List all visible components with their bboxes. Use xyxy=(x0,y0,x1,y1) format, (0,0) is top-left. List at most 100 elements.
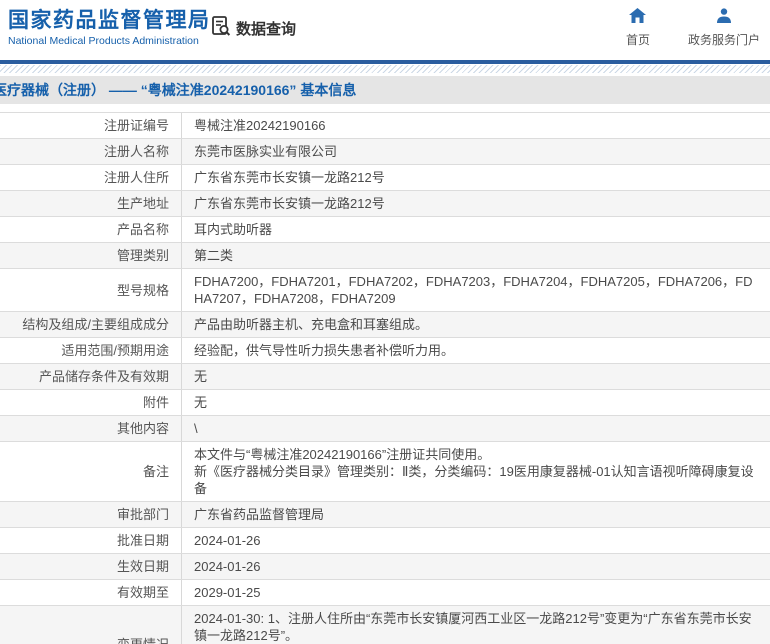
row-value-line: 新《医疗器械分类目录》管理类别：Ⅱ类，分类编码：19医用康复器械-01认知言语视… xyxy=(194,464,754,496)
row-label-text: 其他内容 xyxy=(116,421,169,436)
table-row: 注册人住所 广东省东莞市长安镇一龙路212号 xyxy=(0,165,770,191)
nav-gov-portal-label: 政务服务门户 xyxy=(687,33,760,47)
row-value: 粤械注准20242190166 xyxy=(182,113,770,138)
row-label: 注册证编号 xyxy=(0,113,182,138)
row-label-text: 注册证编号 xyxy=(103,118,169,133)
row-label-text: 生效日期 xyxy=(116,559,169,574)
row-label: 附件 xyxy=(0,390,182,415)
row-value-text: 产品由助听器主机、充电盒和耳塞组成。 xyxy=(194,317,429,332)
row-label-text: 变更情况 xyxy=(116,636,169,644)
row-value-text: 2024-01-26 xyxy=(194,559,261,574)
row-value-text: 广东省东莞市长安镇一龙路212号 xyxy=(194,170,385,185)
data-query-icon xyxy=(210,15,232,42)
data-query-label: 数据查询 xyxy=(236,21,297,38)
row-value-text: 广东省药品监督管理局 xyxy=(194,507,325,522)
table-row: 产品储存条件及有效期 无 xyxy=(0,364,770,390)
row-value-text: 2029-01-25 xyxy=(194,585,261,600)
top-nav: 首页 政务服务门户 xyxy=(616,8,760,48)
nmpa-logo[interactable]: 国家药品监督管理局 National Medical Products Admi… xyxy=(8,8,211,47)
table-row: 生效日期 2024-01-26 xyxy=(0,554,770,580)
table-row: 变更情况 2024-01-30: 1、注册人住所由“东莞市长安镇厦河西工业区一龙路… xyxy=(0,606,770,644)
row-value-text: 第二类 xyxy=(194,248,234,263)
row-value: 广东省药品监督管理局 xyxy=(182,502,770,527)
table-row: 结构及组成/主要组成成分 产品由助听器主机、充电盒和耳塞组成。 xyxy=(0,312,770,338)
breadcrumb: 医疗器械（注册） —— “粤械注准20242190166” 基本信息 xyxy=(0,76,770,104)
row-label-text: 型号规格 xyxy=(116,282,169,298)
row-label-text: 有效期至 xyxy=(116,585,169,600)
row-label-text: 批准日期 xyxy=(116,533,169,548)
table-row: 备注 本文件与“粤械注准20242190166”注册证共同使用。 新《医疗器械分类目… xyxy=(0,442,770,502)
row-label-text: 结构及组成/主要组成成分 xyxy=(22,317,169,332)
nav-home[interactable]: 首页 xyxy=(616,8,660,48)
row-value-text: 东莞市医脉实业有限公司 xyxy=(194,144,338,159)
row-label: 注册人名称 xyxy=(0,139,182,164)
row-label-text: 管理类别 xyxy=(116,248,169,263)
row-label: 产品名称 xyxy=(0,217,182,242)
row-label: 审批部门 xyxy=(0,502,182,527)
row-value: 2024-01-30: 1、注册人住所由“东莞市长安镇厦河西工业区一龙路212号… xyxy=(182,606,770,644)
row-label: 其他内容 xyxy=(0,416,182,441)
user-icon xyxy=(716,8,732,28)
table-row: 有效期至 2029-01-25 xyxy=(0,580,770,606)
nav-gov-portal[interactable]: 政务服务门户 xyxy=(688,8,760,48)
row-value-text: 耳内式助听器 xyxy=(194,222,273,237)
row-label: 生产地址 xyxy=(0,191,182,216)
row-label: 产品储存条件及有效期 xyxy=(0,364,182,389)
table-row: 注册证编号 粤械注准20242190166 xyxy=(0,113,770,139)
table-row: 附件 无 xyxy=(0,390,770,416)
row-label-text: 注册人住所 xyxy=(103,170,169,185)
row-label-text: 产品储存条件及有效期 xyxy=(38,369,169,384)
row-value: 广东省东莞市长安镇一龙路212号 xyxy=(182,165,770,190)
table-row: 批准日期 2024-01-26 xyxy=(0,528,770,554)
row-label: 备注 xyxy=(0,442,182,501)
row-value: 2024-01-26 xyxy=(182,528,770,553)
home-icon xyxy=(629,8,647,28)
nav-home-label: 首页 xyxy=(625,33,650,47)
row-label: 生效日期 xyxy=(0,554,182,579)
row-label: 型号规格 xyxy=(0,269,182,311)
row-value-line: 2024-01-30: 1、注册人住所由“东莞市长安镇厦河西工业区一龙路212号… xyxy=(194,611,752,643)
row-label-text: 注册人名称 xyxy=(103,144,169,159)
data-query-section[interactable]: 数据查询 xyxy=(210,15,296,42)
row-value: 经验配，供气导性听力损失患者补偿听力用。 xyxy=(182,338,770,363)
row-value-text: \ xyxy=(194,421,198,436)
row-value-text: 粤械注准20242190166 xyxy=(194,118,326,133)
row-value-text: 无 xyxy=(194,369,208,384)
logo-title: 国家药品监督管理局 xyxy=(8,9,211,32)
row-label-text: 生产地址 xyxy=(116,196,169,211)
row-value: \ xyxy=(182,416,770,441)
row-value: 无 xyxy=(182,390,770,415)
row-value: 耳内式助听器 xyxy=(182,217,770,242)
row-value: 东莞市医脉实业有限公司 xyxy=(182,139,770,164)
table-row: 审批部门 广东省药品监督管理局 xyxy=(0,502,770,528)
page-header: 国家药品监督管理局 National Medical Products Admi… xyxy=(0,0,770,60)
row-value: 2024-01-26 xyxy=(182,554,770,579)
row-label: 管理类别 xyxy=(0,243,182,268)
row-label-text: 备注 xyxy=(142,464,169,479)
row-value: 广东省东莞市长安镇一龙路212号 xyxy=(182,191,770,216)
table-row: 注册人名称 东莞市医脉实业有限公司 xyxy=(0,139,770,165)
row-value: 产品由助听器主机、充电盒和耳塞组成。 xyxy=(182,312,770,337)
row-label: 有效期至 xyxy=(0,580,182,605)
table-row: 产品名称 耳内式助听器 xyxy=(0,217,770,243)
row-label: 批准日期 xyxy=(0,528,182,553)
row-label: 注册人住所 xyxy=(0,165,182,190)
hatched-band xyxy=(0,65,770,73)
row-value: 2029-01-25 xyxy=(182,580,770,605)
row-label: 结构及组成/主要组成成分 xyxy=(0,312,182,337)
row-value: 本文件与“粤械注准20242190166”注册证共同使用。新《医疗器械分类目录》… xyxy=(182,442,770,501)
row-label-text: 审批部门 xyxy=(116,507,169,522)
registration-info-table: 注册证编号 粤械注准20242190166 注册人名称 东莞市医脉实业有限公司注册人住… xyxy=(0,112,770,644)
row-value-text: 经验配，供气导性听力损失患者补偿听力用。 xyxy=(194,343,455,358)
row-value: FDHA7200，FDHA7201，FDHA7202，FDHA7203，FDHA… xyxy=(182,269,770,311)
table-row: 生产地址 广东省东莞市长安镇一龙路212号 xyxy=(0,191,770,217)
row-value: 第二类 xyxy=(182,243,770,268)
row-value: 无 xyxy=(182,364,770,389)
row-value-line: 本文件与“粤械注准20242190166”注册证共同使用。 xyxy=(194,447,491,462)
row-label: 变更情况 xyxy=(0,606,182,644)
page-title: 医疗器械（注册） —— “粤械注准20242190166” 基本信息 xyxy=(0,82,357,98)
row-value-text: 2024-01-26 xyxy=(194,533,261,548)
row-label: 适用范围/预期用途 xyxy=(0,338,182,363)
row-label-text: 附件 xyxy=(142,395,169,410)
table-row: 适用范围/预期用途 经验配，供气导性听力损失患者补偿听力用。 xyxy=(0,338,770,364)
